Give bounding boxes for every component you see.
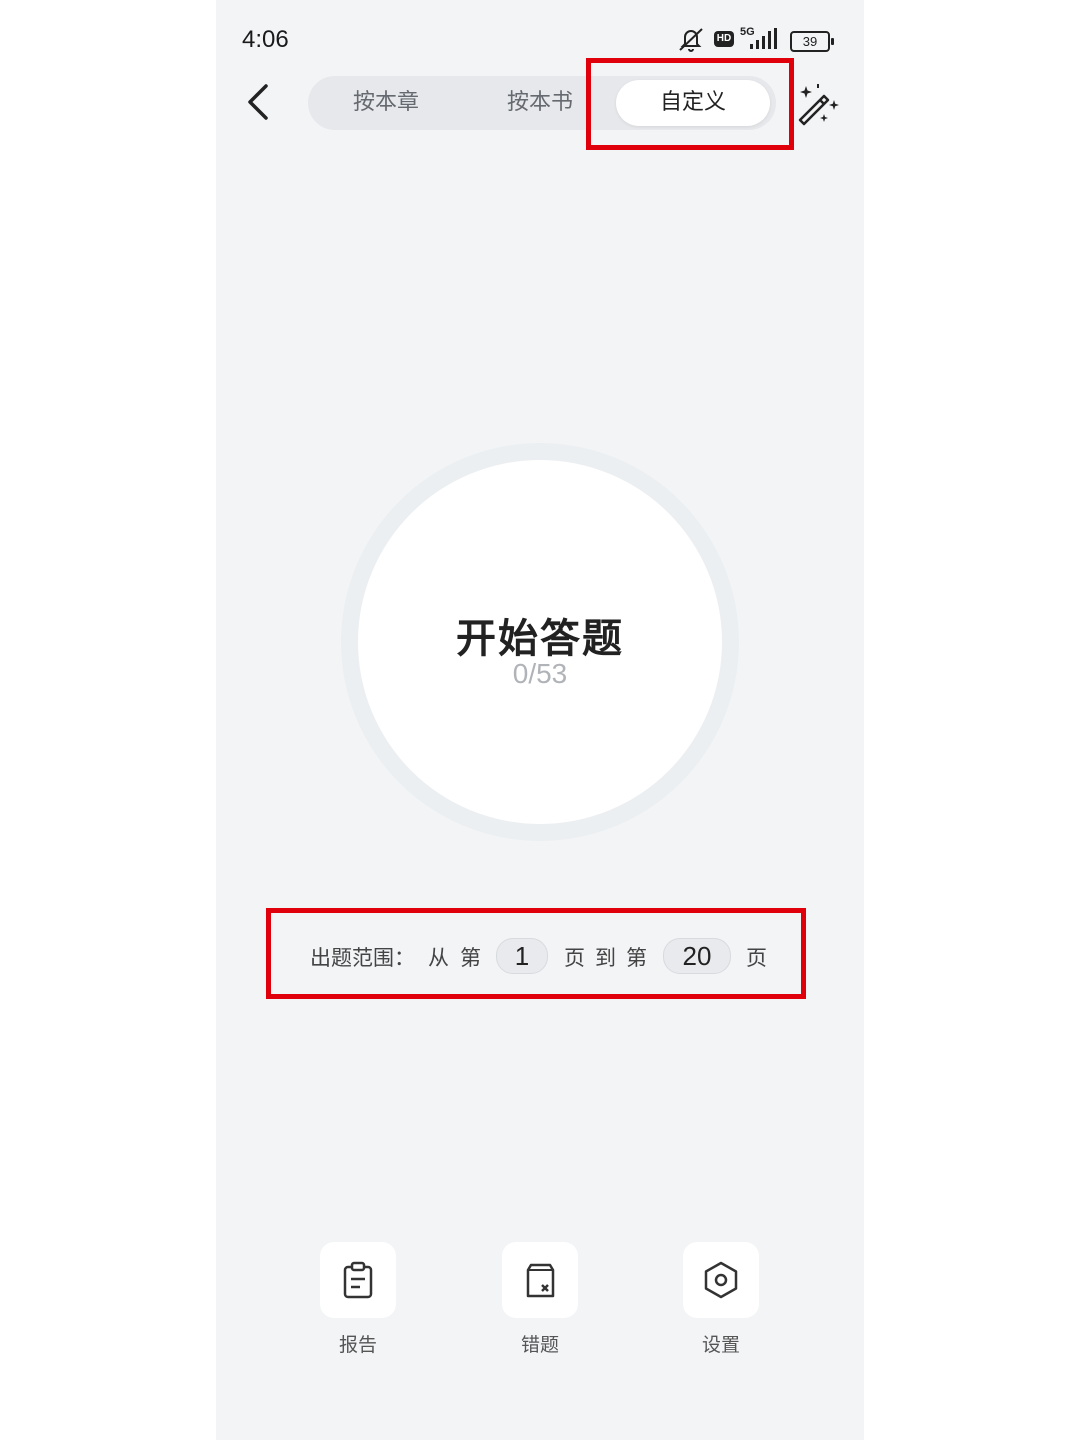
settings-hexagon-icon	[704, 1261, 738, 1299]
highlight-range-row	[266, 908, 806, 999]
mute-icon	[679, 28, 703, 52]
status-time: 4:06	[242, 26, 289, 53]
settings-icon-box	[683, 1242, 759, 1318]
report-button[interactable]: 报告	[319, 1242, 397, 1357]
report-label: 报告	[338, 1334, 377, 1356]
chevron-left-icon	[248, 84, 268, 120]
question-progress: 0/53	[512, 658, 568, 689]
wrong-questions-icon-box	[502, 1242, 578, 1318]
settings-label: 设置	[701, 1334, 740, 1356]
clipboard-report-icon	[343, 1261, 373, 1299]
tab-by-chapter[interactable]: 按本章	[308, 76, 464, 130]
magic-wand-icon	[798, 84, 839, 126]
signal-5g-icon: 5G	[740, 26, 782, 52]
highlight-custom-tab	[586, 58, 794, 150]
wrong-question-icon	[526, 1263, 555, 1298]
status-icons: HD 5G 39	[676, 26, 836, 56]
back-button[interactable]	[240, 80, 284, 124]
report-icon-box	[320, 1242, 396, 1318]
start-quiz-title: 开始答题	[456, 616, 624, 662]
start-quiz-button[interactable]: 开始答题 0/53	[358, 460, 722, 824]
settings-button[interactable]: 设置	[682, 1242, 760, 1357]
battery-icon: 39	[790, 31, 834, 52]
wrong-questions-button[interactable]: 错题	[501, 1242, 579, 1357]
hd-icon: HD	[714, 31, 734, 47]
wrong-questions-label: 错题	[520, 1334, 559, 1356]
magic-wand-button[interactable]	[794, 80, 842, 128]
